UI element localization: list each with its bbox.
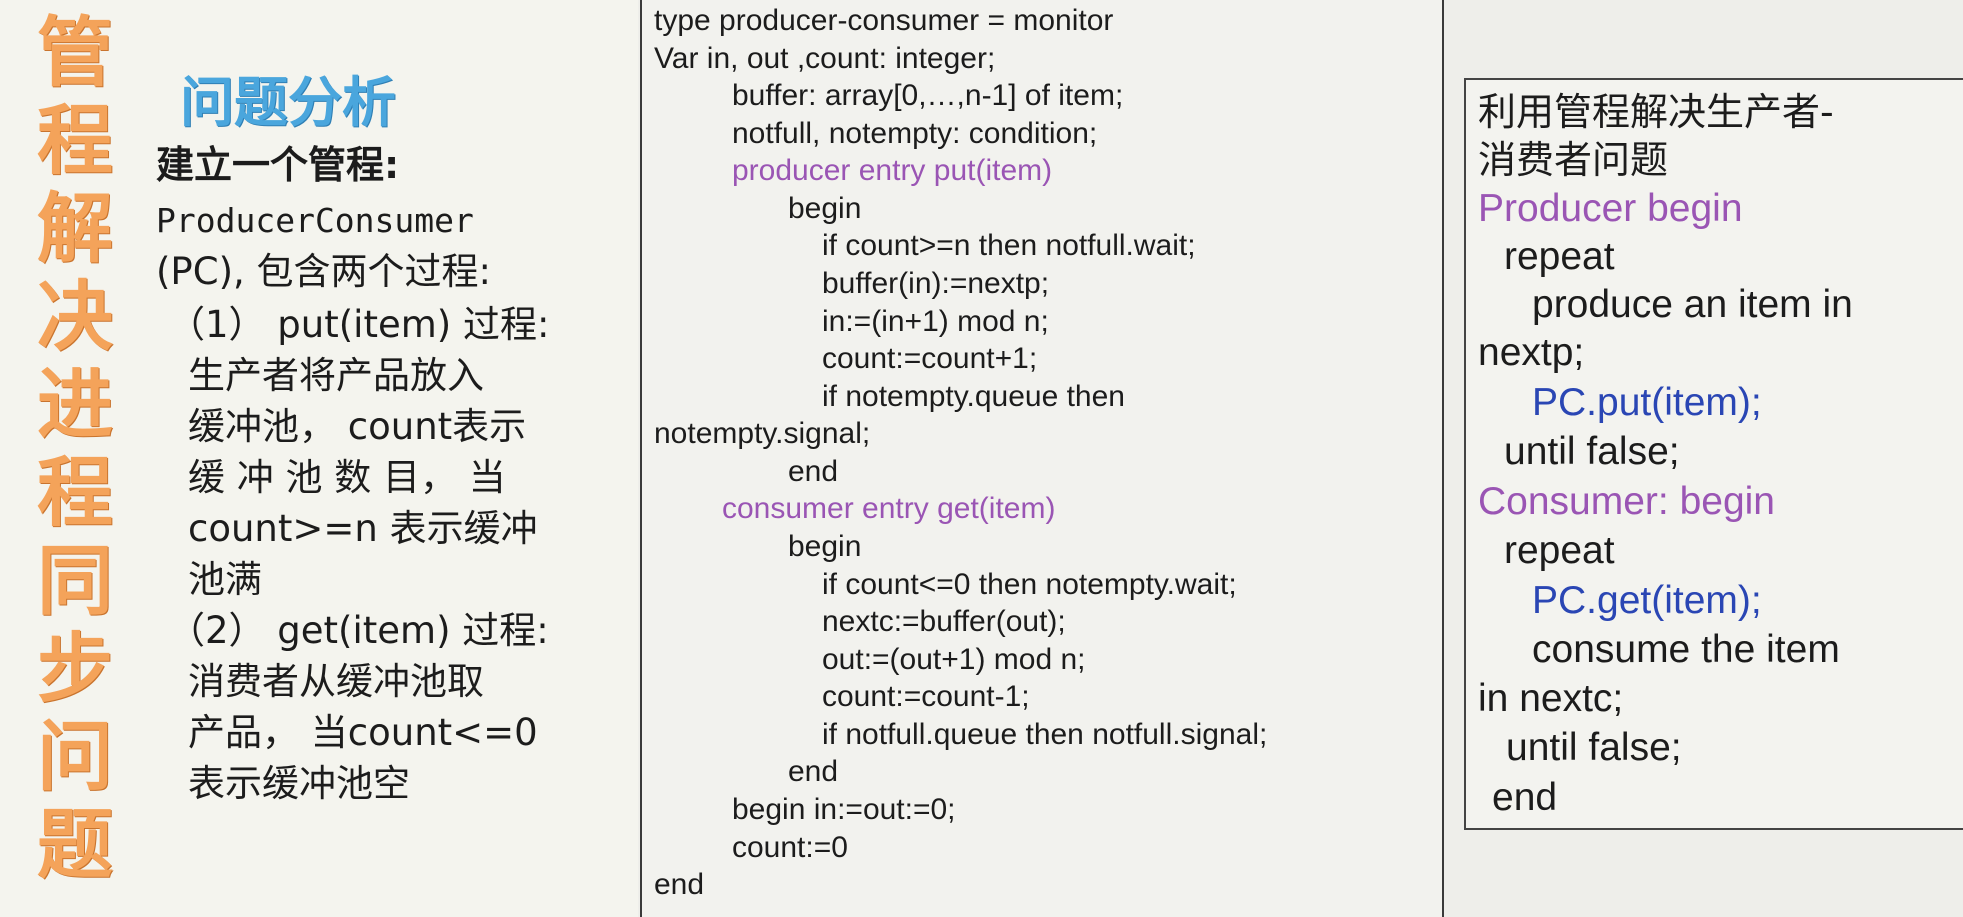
title-char: 解 — [37, 184, 113, 273]
vertical-title: 管 程 解 决 进 程 同 步 问 题 — [0, 0, 148, 917]
usage-line: end — [1492, 776, 1558, 819]
usage-line: until false; — [1504, 430, 1680, 473]
code-line-procedure: consumer entry get(item) — [722, 492, 1056, 525]
code-line: type producer-consumer = monitor — [654, 4, 1114, 37]
analysis-line: ProducerConsumer — [156, 201, 474, 240]
title-char: 进 — [37, 360, 113, 449]
code-line: out:=(out+1) mod n; — [822, 643, 1086, 676]
analysis-subheading: 建立一个管程: — [156, 143, 400, 187]
analysis-line: 缓冲池， count表示 — [188, 405, 527, 448]
code-line: buffer: array[0,…,n-1] of item; — [732, 79, 1124, 112]
title-char: 步 — [37, 624, 113, 713]
title-char: 决 — [37, 272, 113, 361]
code-line: count:=0 — [732, 831, 848, 864]
code-line: if notfull.queue then notfull.signal; — [822, 718, 1268, 751]
code-line: notfull, notempty: condition; — [732, 117, 1098, 150]
analysis-line: 生产者将产品放入 — [188, 354, 484, 397]
analysis-line: 表示缓冲池空 — [188, 762, 410, 805]
code-line: in:=(in+1) mod n; — [822, 305, 1049, 338]
code-line: count:=count-1; — [822, 680, 1030, 713]
code-line: buffer(in):=nextp; — [822, 267, 1050, 300]
code-line: end — [654, 868, 705, 901]
usage-line: produce an item in — [1532, 283, 1853, 326]
title-char: 题 — [37, 800, 113, 889]
usage-line-keyword: Consumer: begin — [1478, 480, 1775, 523]
code-line: begin — [788, 192, 862, 225]
usage-line-call: PC.put(item); — [1532, 381, 1762, 424]
usage-title: 利用管程解决生产者- — [1478, 90, 1834, 134]
code-line: end — [788, 755, 839, 788]
code-line: if notempty.queue then — [822, 380, 1125, 413]
code-line-procedure: producer entry put(item) — [732, 154, 1053, 187]
code-line: begin — [788, 530, 862, 563]
analysis-line: 产品， 当count<=0 — [188, 711, 538, 754]
usage-line: until false; — [1506, 726, 1682, 769]
analysis-line: （1） put(item) 过程: — [168, 303, 550, 346]
code-line: if count<=0 then notempty.wait; — [822, 568, 1237, 601]
analysis-line: （2） get(item) 过程: — [168, 609, 549, 652]
code-line: notempty.signal; — [654, 417, 871, 450]
usage-line: nextp; — [1478, 331, 1585, 374]
analysis-line: count>=n 表示缓冲 — [188, 507, 538, 550]
analysis-line: (PC), 包含两个过程: — [156, 250, 492, 293]
title-char: 同 — [37, 536, 113, 625]
usage-line-call: PC.get(item); — [1532, 579, 1762, 622]
analysis-heading: 问题分析 — [180, 71, 396, 134]
title-char: 程 — [37, 448, 113, 537]
analysis-line: 消费者从缓冲池取 — [188, 660, 484, 703]
usage-title: 消费者问题 — [1478, 138, 1669, 182]
title-char: 管 — [37, 8, 113, 97]
usage-line: repeat — [1504, 529, 1615, 572]
code-line: begin in:=out:=0; — [732, 793, 956, 826]
code-line: end — [788, 455, 839, 488]
usage-line: consume the item — [1532, 628, 1840, 671]
code-line: nextc:=buffer(out); — [822, 605, 1066, 638]
usage-line-keyword: Producer begin — [1478, 187, 1743, 230]
code-line: Var in, out ,count: integer; — [654, 42, 996, 75]
usage-line: in nextc; — [1478, 677, 1624, 720]
title-char: 程 — [37, 96, 113, 185]
analysis-line: 池满 — [188, 558, 262, 601]
title-char: 问 — [37, 712, 113, 801]
usage-line: repeat — [1504, 235, 1615, 278]
analysis-line: 缓 冲 池 数 目， 当 — [188, 456, 506, 499]
code-line: count:=count+1; — [822, 342, 1038, 375]
code-line: if count>=n then notfull.wait; — [822, 229, 1196, 262]
